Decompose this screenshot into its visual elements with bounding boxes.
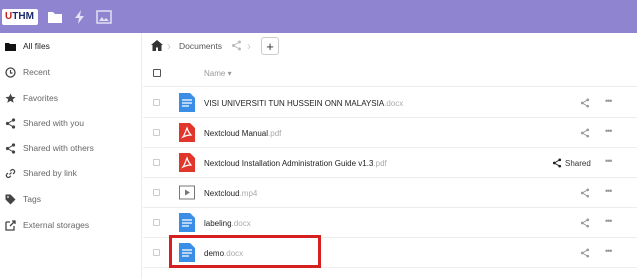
file-name[interactable]: VISI UNIVERSITI TUN HUSSEIN ONN MALAYSIA…: [204, 99, 403, 108]
share-icon[interactable]: [580, 188, 590, 198]
file-name[interactable]: Nextcloud.mp4: [204, 189, 257, 198]
share-icon[interactable]: [580, 128, 590, 138]
sidebar-item-shared-by-link[interactable]: Shared by link: [0, 160, 142, 186]
chevron-right-icon: ›: [167, 39, 171, 53]
table-row[interactable]: Nextcloud.mp4 •••: [143, 178, 637, 208]
sidebar-item-label: Shared with others: [23, 143, 94, 153]
clock-icon: [5, 66, 16, 78]
file-name[interactable]: Nextcloud Manual.pdf: [204, 129, 281, 138]
link-icon: [5, 168, 16, 179]
breadcrumb-documents[interactable]: Documents: [179, 41, 222, 51]
pdf-icon: [179, 153, 195, 172]
share-icon: [5, 117, 16, 129]
star-icon: [5, 93, 16, 104]
share-icon[interactable]: [580, 98, 590, 108]
sidebar-item-label: External storages: [23, 220, 90, 230]
name-column-header[interactable]: Name ▾: [204, 69, 232, 78]
document-icon: [179, 93, 195, 112]
sidebar-item-label: Favorites: [23, 93, 58, 103]
sidebar-item-shared-with-you[interactable]: Shared with you: [0, 110, 142, 136]
table-row[interactable]: labeling.docx •••: [143, 208, 637, 238]
table-row[interactable]: VISI UNIVERSITI TUN HUSSEIN ONN MALAYSIA…: [143, 88, 637, 118]
more-menu-icon[interactable]: •••: [605, 216, 613, 226]
file-name[interactable]: labeling.docx: [204, 219, 251, 228]
add-button[interactable]: +: [261, 37, 279, 55]
row-checkbox[interactable]: [153, 219, 160, 226]
sidebar-item-external-storages[interactable]: External storages: [0, 212, 142, 238]
external-icon: [5, 219, 16, 231]
video-icon: [179, 183, 195, 202]
logo[interactable]: UTHM: [2, 9, 38, 25]
more-menu-icon[interactable]: •••: [605, 126, 613, 136]
table-header: Name ▾: [143, 59, 637, 87]
sidebar-item-label: All files: [23, 41, 50, 51]
document-icon: [179, 213, 195, 232]
more-menu-icon[interactable]: •••: [605, 96, 613, 106]
select-all-checkbox[interactable]: [153, 69, 161, 77]
table-row[interactable]: Nextcloud Manual.pdf •••: [143, 118, 637, 148]
image-icon[interactable]: [96, 9, 112, 25]
row-checkbox[interactable]: [153, 249, 160, 256]
shared-status-label[interactable]: Shared: [565, 159, 591, 168]
sidebar-item-label: Recent: [23, 67, 50, 77]
folder-icon: [5, 41, 16, 52]
home-icon[interactable]: [151, 40, 163, 51]
sidebar-item-all-files[interactable]: All files: [0, 33, 142, 59]
top-header: UTHM: [0, 0, 637, 33]
share-icon[interactable]: [231, 40, 242, 51]
row-checkbox[interactable]: [153, 159, 160, 166]
sidebar-item-recent[interactable]: Recent: [0, 59, 142, 85]
table-row[interactable]: Nextcloud Installation Administration Gu…: [143, 148, 637, 178]
row-checkbox[interactable]: [153, 129, 160, 136]
row-checkbox[interactable]: [153, 189, 160, 196]
sidebar-item-label: Shared by link: [23, 168, 77, 178]
chevron-right-icon: ›: [247, 39, 251, 53]
highlight-box: [169, 235, 321, 268]
sidebar-item-label: Shared with you: [23, 118, 84, 128]
share-icon: [5, 142, 16, 154]
more-menu-icon[interactable]: •••: [605, 246, 613, 256]
tag-icon: [5, 194, 16, 205]
share-icon[interactable]: [552, 158, 562, 168]
more-menu-icon[interactable]: •••: [605, 156, 613, 166]
sidebar-item-tags[interactable]: Tags: [0, 186, 142, 212]
breadcrumb: › Documents › +: [143, 33, 637, 59]
more-menu-icon[interactable]: •••: [605, 186, 613, 196]
sidebar: All files Recent Favorites Shared with y…: [0, 33, 142, 279]
share-icon[interactable]: [580, 248, 590, 258]
sidebar-item-label: Tags: [23, 194, 41, 204]
sidebar-item-favorites[interactable]: Favorites: [0, 85, 142, 111]
file-name[interactable]: Nextcloud Installation Administration Gu…: [204, 159, 387, 168]
folder-icon[interactable]: [47, 9, 63, 25]
sidebar-item-shared-with-others[interactable]: Shared with others: [0, 135, 142, 161]
lightning-icon[interactable]: [72, 9, 88, 25]
pdf-icon: [179, 123, 195, 142]
share-icon[interactable]: [580, 218, 590, 228]
row-checkbox[interactable]: [153, 99, 160, 106]
